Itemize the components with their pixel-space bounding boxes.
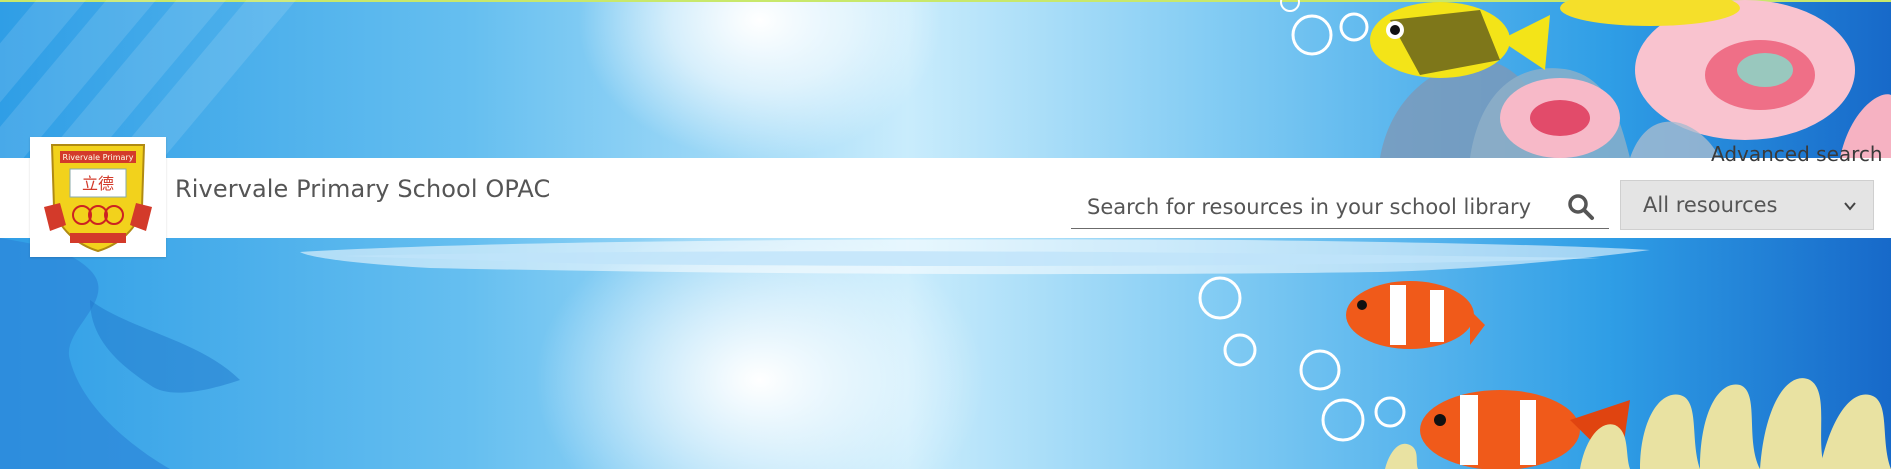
school-logo[interactable]: Rivervale Primary 立德 [30, 137, 166, 257]
search-input[interactable] [1071, 186, 1569, 228]
advanced-search-link[interactable]: Advanced search [1711, 142, 1883, 166]
resource-type-selected: All resources [1643, 193, 1778, 217]
search-icon[interactable] [1567, 193, 1595, 221]
clownfish-top [1346, 281, 1485, 349]
school-crest-icon: Rivervale Primary 立德 [44, 144, 152, 253]
resource-type-select[interactable]: All resources [1620, 180, 1874, 230]
logo-chinese-text: 立德 [82, 174, 114, 193]
chevron-down-icon [1843, 199, 1857, 213]
search-bar [1071, 186, 1609, 229]
logo-banner-text: Rivervale Primary [63, 153, 134, 162]
site-title[interactable]: Rivervale Primary School OPAC [175, 175, 550, 203]
